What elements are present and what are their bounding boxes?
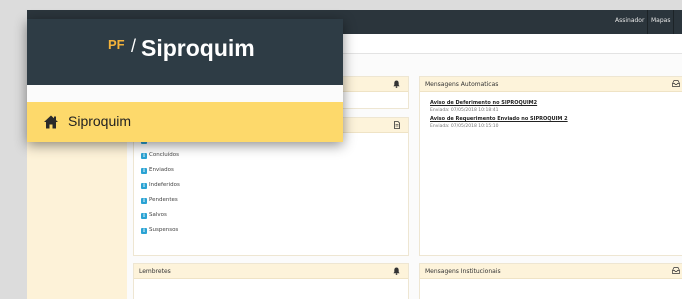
status-count-badge: 0 bbox=[141, 228, 147, 234]
logo-prefix: PF bbox=[108, 37, 125, 52]
logo-title: Siproquim bbox=[141, 35, 255, 61]
status-count-badge: 0 bbox=[141, 168, 147, 174]
menu-spacer bbox=[27, 85, 343, 102]
message-meta: Enviada: 07/05/2018 10:18:41 bbox=[430, 108, 499, 113]
bell-icon bbox=[393, 80, 400, 90]
status-count-badge: 0 bbox=[141, 183, 147, 189]
logo-header: PF / Siproquim bbox=[27, 19, 343, 85]
inbox-icon bbox=[672, 80, 680, 89]
panel-title: Mensagens Institucionais bbox=[425, 268, 501, 275]
message-link[interactable]: Aviso de Requerimento Enviado no SIPROQU… bbox=[430, 116, 568, 122]
status-count-badge: 0 bbox=[141, 153, 147, 159]
home-icon bbox=[43, 114, 59, 130]
nav-separator bbox=[647, 10, 648, 34]
message-link[interactable]: Aviso de Deferimento no SIPROQUIM2 bbox=[430, 100, 537, 106]
status-label: Indeferidos bbox=[149, 182, 180, 188]
panel-header: Lembretes bbox=[134, 264, 408, 279]
nav-mapas[interactable]: Mapas bbox=[651, 17, 670, 24]
nav-separator bbox=[673, 10, 674, 34]
message-meta: Enviada: 07/05/2018 10:15:10 bbox=[430, 124, 499, 129]
status-label: Pendentes bbox=[149, 197, 178, 203]
status-label: Suspensos bbox=[149, 227, 179, 233]
sidebar-item-siproquim[interactable]: Siproquim bbox=[27, 102, 343, 142]
panel-title: Mensagens Automaticas bbox=[425, 81, 499, 88]
panel-lembretes: Lembretes bbox=[133, 263, 409, 299]
status-label: Concluídos bbox=[149, 152, 179, 158]
nav-assinador[interactable]: Assinador bbox=[615, 17, 644, 24]
sidebar-menu-overlay: PF / Siproquim Siproquim bbox=[27, 19, 343, 142]
status-label: Salvos bbox=[149, 212, 167, 218]
panel-header: Mensagens Automaticas bbox=[420, 77, 682, 92]
panel-header: Mensagens Institucionais bbox=[420, 264, 682, 279]
logo-slash: / bbox=[131, 36, 137, 56]
panel-mensagens-institucionais: Mensagens Institucionais bbox=[419, 263, 682, 299]
inbox-icon bbox=[672, 267, 680, 276]
panel-title: Lembretes bbox=[139, 268, 171, 275]
status-count-badge: 0 bbox=[141, 213, 147, 219]
status-label: Enviados bbox=[149, 167, 174, 173]
status-count-badge: 0 bbox=[141, 198, 147, 204]
sidebar-item-label: Siproquim bbox=[68, 113, 132, 129]
document-icon bbox=[394, 121, 400, 131]
bell-icon bbox=[393, 267, 400, 277]
panel-mensagens-automaticas: Mensagens Automaticas Aviso de Deferimen… bbox=[419, 76, 682, 256]
